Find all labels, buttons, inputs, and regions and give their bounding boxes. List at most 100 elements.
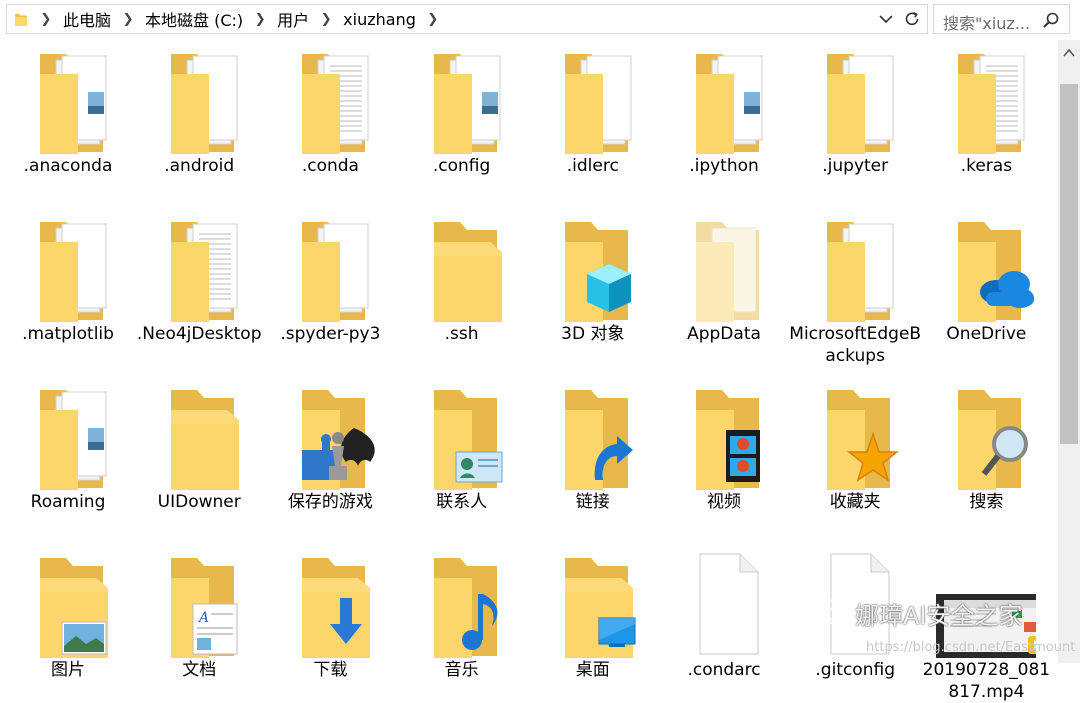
file-item[interactable]: .idlerc bbox=[533, 44, 653, 194]
folder-icon bbox=[149, 380, 249, 492]
file-item[interactable]: 链接 bbox=[533, 380, 653, 530]
file-item[interactable]: UIDowner bbox=[139, 380, 259, 530]
file-item[interactable]: .config bbox=[402, 44, 522, 194]
folder-icon bbox=[412, 380, 512, 492]
breadcrumb: ❯ 此电脑 ❯ 本地磁盘 (C:) ❯ 用户 ❯ xiuzhang ❯ bbox=[35, 5, 444, 33]
folder-icon bbox=[805, 212, 905, 324]
file-item[interactable]: OneDrive bbox=[926, 212, 1046, 362]
file-item[interactable]: 收藏夹 bbox=[795, 380, 915, 530]
file-item[interactable]: A 文档 bbox=[139, 548, 259, 698]
file-item-label: 链接 bbox=[575, 492, 610, 512]
breadcrumb-separator[interactable]: ❯ bbox=[35, 12, 57, 27]
file-item-label: .android bbox=[164, 156, 235, 176]
folder-icon bbox=[412, 212, 512, 324]
chevron-down-icon[interactable] bbox=[878, 11, 894, 27]
file-item-label: 桌面 bbox=[575, 660, 610, 680]
folder-icon bbox=[280, 212, 380, 324]
file-item[interactable]: 音乐 bbox=[402, 548, 522, 698]
vertical-scrollbar[interactable] bbox=[1058, 40, 1080, 663]
file-item-label: .anaconda bbox=[23, 156, 113, 176]
breadcrumb-item-xiuzhang[interactable]: xiuzhang bbox=[337, 10, 422, 29]
file-item-label: 文档 bbox=[182, 660, 217, 680]
folder-icon bbox=[805, 44, 905, 156]
breadcrumb-item-users[interactable]: 用户 bbox=[271, 7, 315, 31]
file-item[interactable]: .Neo4jDesktop bbox=[137, 212, 262, 362]
file-item[interactable]: .anaconda bbox=[8, 44, 128, 194]
search-input[interactable]: 搜索"xiuz... bbox=[933, 4, 1070, 34]
folder-icon bbox=[543, 44, 643, 156]
toolbar: ❯ 此电脑 ❯ 本地磁盘 (C:) ❯ 用户 ❯ xiuzhang ❯ 搜索"x… bbox=[0, 0, 1080, 40]
file-item-label: .gitconfig bbox=[815, 660, 895, 680]
folder-icon bbox=[18, 212, 118, 324]
file-item[interactable]: 保存的游戏 bbox=[270, 380, 390, 530]
file-item[interactable]: .matplotlib bbox=[8, 212, 128, 362]
file-item[interactable]: .condarc bbox=[664, 548, 784, 698]
file-item[interactable]: .spyder-py3 bbox=[270, 212, 390, 362]
folder-icon bbox=[149, 212, 249, 324]
file-item[interactable]: .ipython bbox=[664, 44, 784, 194]
folder-icon bbox=[543, 380, 643, 492]
breadcrumb-separator[interactable]: ❯ bbox=[117, 12, 139, 27]
folder-icon bbox=[280, 380, 380, 492]
folder-icon bbox=[543, 548, 643, 660]
refresh-icon[interactable] bbox=[903, 10, 921, 28]
watermark-url: https://blog.csdn.net/Eastmount bbox=[866, 640, 1076, 655]
watermark: 娜璋AI安全之家 bbox=[813, 596, 1073, 630]
file-item[interactable]: .conda bbox=[270, 44, 390, 194]
file-item-label: 20190728_081817.mp4 bbox=[922, 660, 1051, 702]
address-bar[interactable]: ❯ 此电脑 ❯ 本地磁盘 (C:) ❯ 用户 ❯ xiuzhang ❯ bbox=[6, 4, 928, 34]
folder-icon bbox=[805, 380, 905, 492]
file-item[interactable]: AppData bbox=[664, 212, 784, 362]
file-item[interactable]: 搜索 bbox=[926, 380, 1046, 530]
folder-icon bbox=[412, 548, 512, 660]
folder-icon bbox=[412, 44, 512, 156]
file-item-label: UIDowner bbox=[157, 492, 241, 512]
file-item-label: OneDrive bbox=[946, 324, 1027, 344]
file-item-label: 联系人 bbox=[436, 492, 488, 512]
file-item[interactable]: 下载 bbox=[270, 548, 390, 698]
folder-icon bbox=[18, 380, 118, 492]
file-item[interactable]: 联系人 bbox=[402, 380, 522, 530]
folder-icon bbox=[674, 44, 774, 156]
file-item-label: AppData bbox=[687, 324, 761, 344]
search-placeholder: 搜索"xiuz... bbox=[943, 14, 1031, 33]
folder-icon bbox=[674, 212, 774, 324]
folder-icon: A bbox=[149, 548, 249, 660]
wechat-icon bbox=[814, 599, 847, 625]
search-icon[interactable] bbox=[1042, 11, 1060, 29]
folder-icon bbox=[18, 548, 118, 660]
file-item[interactable]: .android bbox=[139, 44, 259, 194]
file-item[interactable]: 3D 对象 bbox=[533, 212, 653, 362]
file-item-label: Roaming bbox=[30, 492, 106, 512]
file-item[interactable]: .keras bbox=[926, 44, 1046, 194]
file-item[interactable]: 图片 bbox=[8, 548, 128, 698]
folder-icon bbox=[936, 44, 1036, 156]
file-item-label: .condarc bbox=[687, 660, 761, 680]
file-item-label: 搜索 bbox=[969, 492, 1004, 512]
file-item[interactable]: MicrosoftEdgeBackups bbox=[789, 212, 921, 366]
scrollbar-thumb[interactable] bbox=[1060, 84, 1078, 444]
breadcrumb-separator[interactable]: ❯ bbox=[422, 12, 444, 27]
file-item[interactable]: .jupyter bbox=[795, 44, 915, 194]
file-grid: .anaconda .android .conda .config .idlerc .ip… bbox=[0, 40, 1056, 702]
chevron-up-icon[interactable] bbox=[1063, 48, 1075, 58]
breadcrumb-item-this-pc[interactable]: 此电脑 bbox=[57, 7, 117, 31]
file-item-label: .spyder-py3 bbox=[280, 324, 381, 344]
file-item-label: 视频 bbox=[707, 492, 741, 512]
file-item[interactable]: 视频 bbox=[664, 380, 784, 530]
breadcrumb-item-local-disk[interactable]: 本地磁盘 (C:) bbox=[139, 7, 249, 31]
file-item-label: .ipython bbox=[689, 156, 759, 176]
folder-icon bbox=[18, 44, 118, 156]
file-item-label: MicrosoftEdgeBackups bbox=[789, 324, 922, 366]
folder-icon bbox=[936, 212, 1036, 324]
breadcrumb-separator[interactable]: ❯ bbox=[249, 12, 271, 27]
file-item-label: .matplotlib bbox=[22, 324, 114, 344]
file-item[interactable]: Roaming bbox=[8, 380, 128, 530]
folder-icon bbox=[674, 380, 774, 492]
file-item[interactable]: 桌面 bbox=[533, 548, 653, 698]
breadcrumb-separator[interactable]: ❯ bbox=[315, 12, 337, 27]
file-item-label: .jupyter bbox=[822, 156, 889, 176]
file-item-label: .ssh bbox=[444, 324, 479, 344]
file-icon bbox=[674, 548, 774, 660]
file-item[interactable]: .ssh bbox=[402, 212, 522, 362]
